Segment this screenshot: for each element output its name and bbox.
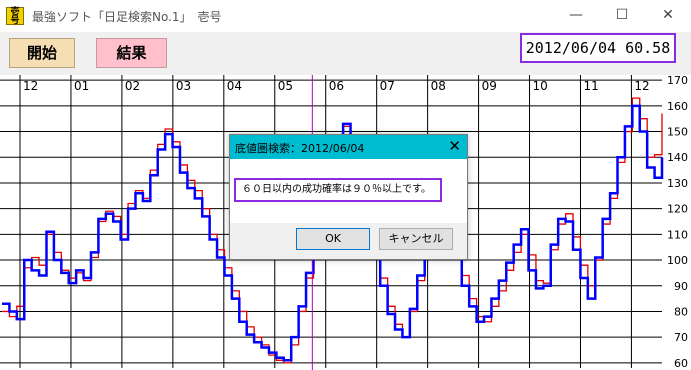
dialog-body: ６０日以内の成功確率は９０％以上です。 [230,159,467,223]
x-tick-label: 11 [583,79,598,93]
y-tick-label: 80 [674,305,688,318]
y-tick-label: 140 [667,151,688,164]
title-bar: 壱号 最強ソフト「日足検索No.1」 壱号 — ☐ ✕ [0,0,691,32]
dialog-close-icon[interactable]: ✕ [448,137,461,155]
x-tick-label: 06 [329,79,344,93]
dialog-title: 底値圏検索：2012/06/04 [235,142,365,155]
y-tick-label: 60 [674,357,688,370]
x-tick-label: 10 [533,79,548,93]
y-tick-label: 150 [667,126,688,139]
x-tick-label: 03 [176,79,191,93]
x-tick-label: 12 [23,79,38,93]
y-tick-label: 160 [667,100,688,113]
cancel-button[interactable]: キャンセル [379,228,453,250]
x-tick-label: 04 [227,79,242,93]
x-tick-label: 12 [634,79,649,93]
y-tick-label: 90 [674,280,688,293]
date-price-readout: 2012/06/04 60.58 [520,33,676,63]
y-tick-label: 130 [667,177,688,190]
dialog-title-bar: 底値圏検索：2012/06/04 ✕ [230,135,467,159]
y-tick-label: 120 [667,203,688,216]
x-tick-label: 07 [380,79,395,93]
x-tick-label: 02 [125,79,140,93]
y-tick-label: 110 [667,228,688,241]
start-button[interactable]: 開始 [9,38,75,68]
y-tick-label: 170 [667,75,688,87]
x-tick-label: 08 [431,79,446,93]
dialog-message: ６０日以内の成功確率は９０％以上です。 [234,178,442,202]
x-tick-label: 01 [74,79,89,93]
app-icon: 壱号 [6,7,24,26]
x-tick-label: 05 [278,79,293,93]
minimize-button[interactable]: — [553,0,599,30]
toolbar: 開始 結果 2012/06/04 60.58 [0,32,691,75]
close-button[interactable]: ✕ [645,0,691,30]
maximize-button[interactable]: ☐ [599,0,645,30]
bottom-search-dialog: 底値圏検索：2012/06/04 ✕ ６０日以内の成功確率は９０％以上です。 O… [229,134,468,260]
ok-button[interactable]: OK [296,228,370,250]
result-button[interactable]: 結果 [96,38,167,68]
window-title: 最強ソフト「日足検索No.1」 壱号 [32,10,222,24]
x-tick-label: 09 [482,79,497,93]
y-tick-label: 70 [674,331,688,344]
y-tick-label: 100 [667,254,688,267]
